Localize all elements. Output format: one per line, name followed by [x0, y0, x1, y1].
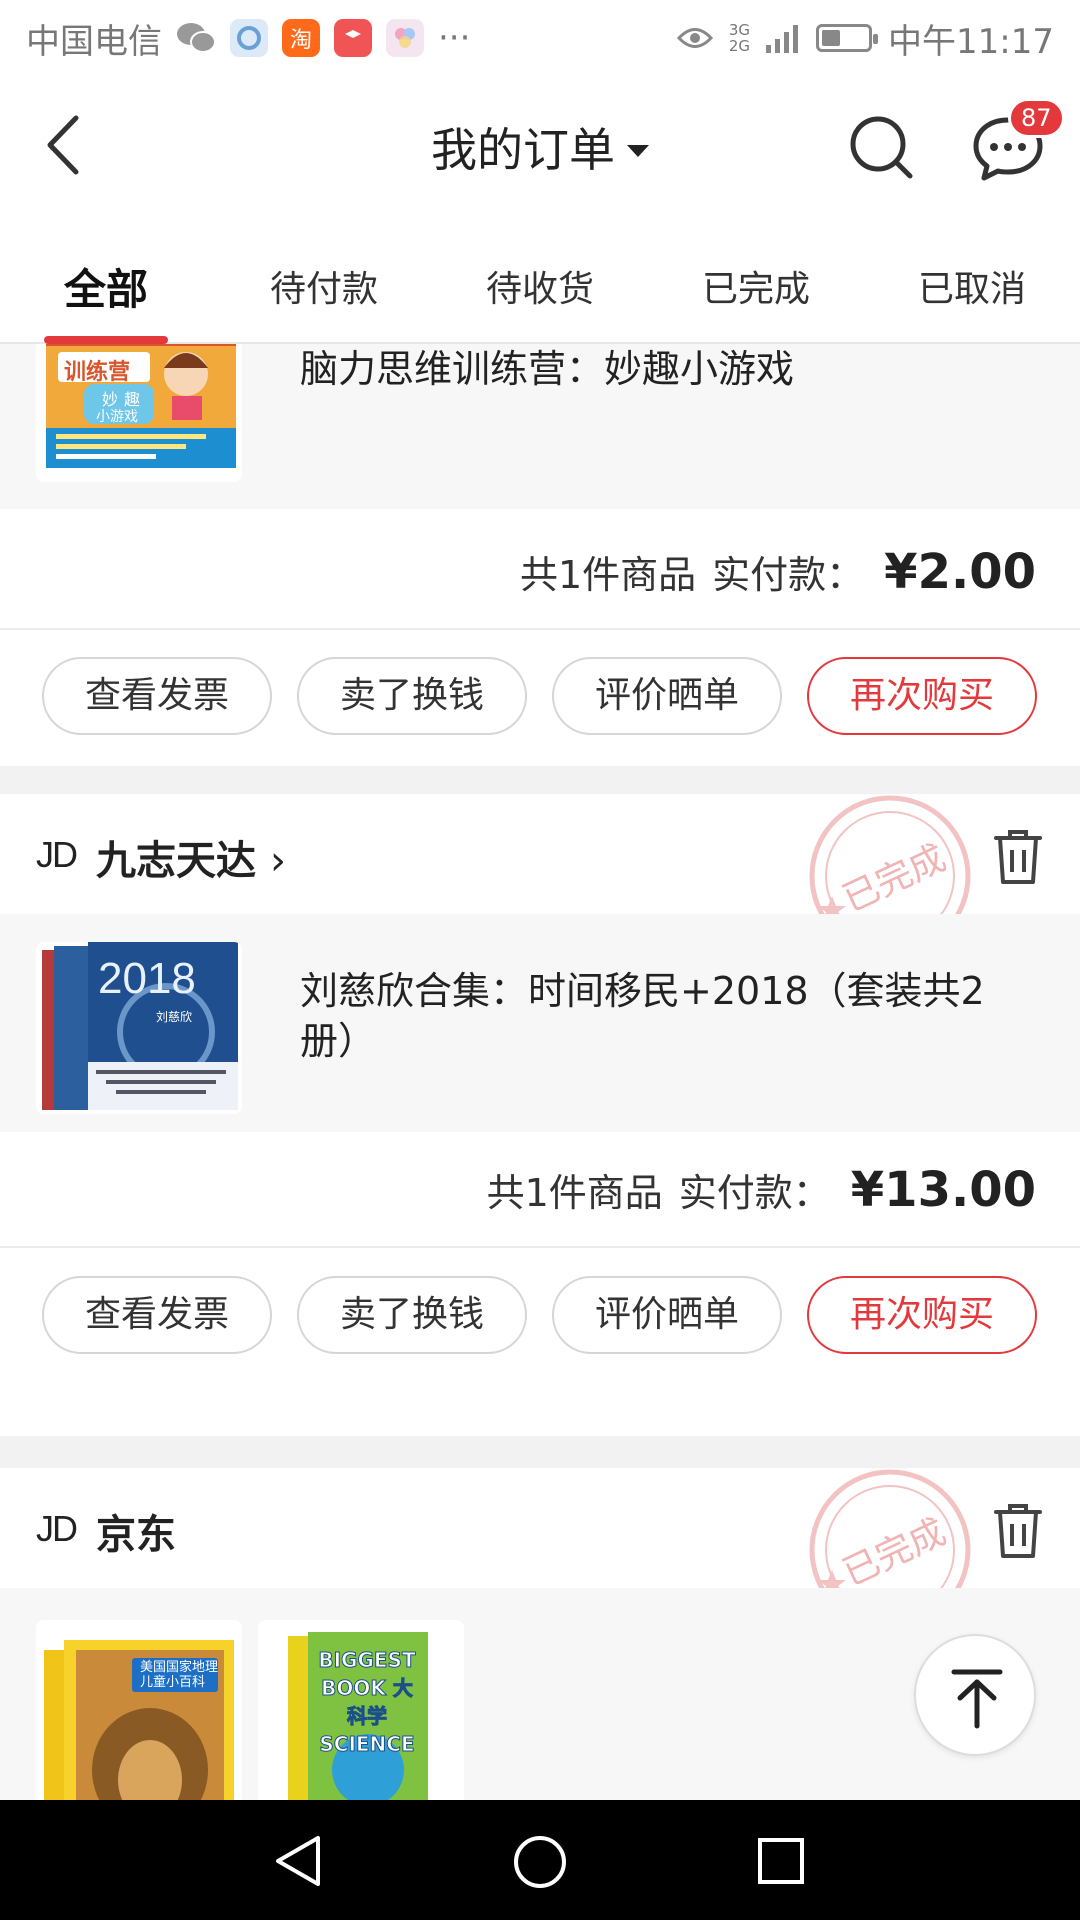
product-image[interactable]: 美国国家地理 儿童小百科 [36, 1620, 242, 1800]
item-count: 共1件商品 [519, 553, 697, 597]
page-title: 我的订单 [431, 123, 615, 177]
back-to-top-button[interactable] [914, 1634, 1036, 1756]
signal-icon [766, 25, 799, 53]
book-cover-national-geographic [44, 1640, 234, 1800]
stamp-text: 已完成 [837, 1511, 952, 1594]
trash-icon[interactable] [990, 1500, 1046, 1560]
view-invoice-button[interactable]: 查看发票 [42, 1276, 272, 1354]
stamp-text: 已完成 [837, 837, 952, 920]
tab-completed[interactable]: 已完成 [702, 260, 810, 312]
nav-home-icon[interactable] [512, 1834, 568, 1890]
order-price: ¥2.00 [884, 544, 1036, 600]
cover-title: 美国国家地理 儿童小百科 [140, 1660, 219, 1690]
divider [0, 628, 1080, 630]
divider [0, 1246, 1080, 1248]
product-row[interactable]: 训练营 妙 趣 小游戏 脑力思维训练营：妙趣小游戏 [0, 344, 1080, 509]
order-price: ¥13.00 [850, 1162, 1036, 1218]
view-invoice-button[interactable]: 查看发票 [42, 657, 272, 735]
tab-pending-receipt[interactable]: 待收货 [486, 260, 594, 312]
photos-icon [386, 19, 424, 57]
buy-again-button[interactable]: 再次购买 [807, 657, 1037, 735]
shop-name[interactable]: 九志天达 › [96, 828, 286, 886]
app-icon [334, 19, 372, 57]
cover-title: BIGGEST BOOK 大科学 SCIENCE [318, 1648, 416, 1757]
cover-title: 训练营 [64, 360, 131, 385]
nav-back-icon[interactable] [272, 1834, 324, 1888]
status-bar: 中国电信 淘 ··· 3G 2G 中午11:17 [0, 0, 1080, 76]
carrier-label: 中国电信 [26, 21, 162, 62]
order-card: JD 九志天达 › 已完成 2018 刘慈欣 刘慈欣合集：时间移民+2018（套… [0, 794, 1080, 1436]
review-button[interactable]: 评价晒单 [552, 657, 782, 735]
buy-again-button[interactable]: 再次购买 [807, 1276, 1037, 1354]
shop-header[interactable]: JD 九志天达 › 已完成 [0, 794, 1080, 957]
product-image[interactable]: BIGGEST BOOK 大科学 SCIENCE [258, 1620, 464, 1800]
jd-logo: JD [36, 1508, 78, 1549]
message-badge: 87 [1008, 98, 1065, 138]
wechat-icon [177, 23, 216, 53]
chevron-right-icon: › [269, 838, 286, 884]
resell-button[interactable]: 卖了换钱 [297, 657, 527, 735]
cover-year: 2018 [98, 954, 196, 1003]
review-button[interactable]: 评价晒单 [552, 1276, 782, 1354]
arrow-up-icon [951, 1669, 1003, 1729]
product-image[interactable]: 训练营 妙 趣 小游戏 [36, 344, 242, 482]
battery-icon [816, 24, 879, 52]
trash-icon[interactable] [990, 826, 1046, 886]
caret-down-icon [627, 144, 649, 157]
clock: 中午11:17 [888, 21, 1054, 62]
search-icon[interactable] [846, 112, 916, 182]
product-name[interactable]: 脑力思维训练营：妙趣小游戏 [300, 344, 1020, 394]
browser-icon [230, 19, 268, 57]
order-tabs: 全部 待付款 待收货 已完成 已取消 [0, 216, 1080, 344]
page-title-dropdown[interactable]: 我的订单 [0, 114, 1080, 180]
taobao-icon: 淘 [282, 19, 320, 57]
order-summary: 共1件商品 实付款： ¥2.00 [520, 544, 1036, 600]
header: 我的订单 [0, 76, 1080, 216]
item-count: 共1件商品 [486, 1171, 663, 1215]
order-list[interactable]: 训练营 妙 趣 小游戏 脑力思维训练营：妙趣小游戏 共1件商品 实付款： ¥2.… [0, 344, 1080, 1800]
cover-author: 刘慈欣 [156, 1010, 193, 1024]
product-name[interactable]: 刘慈欣合集：时间移民+2018（套装共2册） [300, 966, 1000, 1066]
order-summary: 共1件商品 实付款： ¥13.00 [487, 1162, 1036, 1218]
order-card: 训练营 妙 趣 小游戏 脑力思维训练营：妙趣小游戏 共1件商品 实付款： ¥2.… [0, 344, 1080, 766]
paid-label: 实付款： [678, 1171, 831, 1215]
shop-header[interactable]: JD 京东 已完成 [0, 1468, 1080, 1631]
product-image[interactable]: 2018 刘慈欣 [36, 942, 242, 1114]
system-nav-bar [0, 1800, 1080, 1920]
jd-logo: JD [36, 834, 78, 875]
product-row[interactable]: 2018 刘慈欣 刘慈欣合集：时间移民+2018（套装共2册） [0, 914, 1080, 1132]
tab-all[interactable]: 全部 [64, 256, 148, 317]
eye-comfort-icon [676, 28, 713, 48]
resell-button[interactable]: 卖了换钱 [297, 1276, 527, 1354]
shop-name[interactable]: 京东 [96, 1502, 176, 1560]
tab-pending-payment[interactable]: 待付款 [270, 260, 378, 312]
nav-recents-icon[interactable] [756, 1836, 806, 1886]
network-type: 3G 2G [728, 21, 751, 55]
more-notifications-icon: ··· [438, 18, 471, 58]
cover-subtitle: 小游戏 [96, 409, 138, 425]
paid-label: 实付款： [712, 553, 865, 597]
tab-cancelled[interactable]: 已取消 [918, 260, 1026, 312]
active-tab-indicator [44, 336, 168, 344]
